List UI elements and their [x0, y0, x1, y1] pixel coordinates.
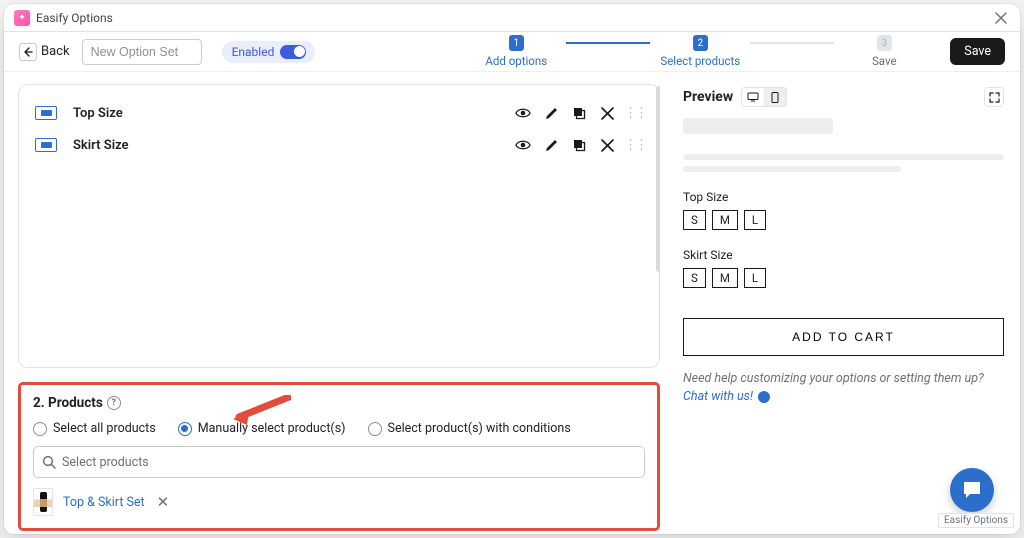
step-add-options[interactable]: 1 Add options — [466, 35, 566, 68]
section-title-text: 2. Products — [33, 395, 103, 411]
remove-product-icon[interactable]: ✕ — [157, 493, 170, 511]
step-number: 2 — [693, 35, 709, 51]
delete-icon[interactable] — [599, 105, 615, 121]
desktop-icon[interactable] — [742, 88, 764, 106]
enabled-label: Enabled — [232, 45, 275, 59]
option-actions: ⋮⋮ — [515, 137, 643, 153]
step-label: Save — [872, 54, 897, 68]
options-card: Top Size ⋮⋮ Skirt Size — [18, 84, 660, 368]
mobile-icon[interactable] — [764, 88, 786, 106]
drag-handle-icon[interactable]: ⋮⋮ — [627, 137, 643, 153]
enabled-toggle[interactable]: Enabled — [222, 41, 316, 63]
preview-column: Preview Top Size S M L — [660, 72, 1020, 534]
help-text-pre: Need help customizing your options or se… — [683, 371, 984, 386]
step-connector — [750, 42, 834, 44]
preview-option: Top Size S M L — [683, 190, 1004, 230]
product-mode-radios: Select all products Manually select prod… — [33, 421, 645, 436]
step-number: 3 — [877, 35, 893, 51]
size-swatch[interactable]: L — [744, 210, 766, 230]
search-placeholder: Select products — [62, 455, 149, 470]
option-actions: ⋮⋮ — [515, 105, 643, 121]
app-title: Easify Options — [36, 11, 113, 25]
size-swatch[interactable]: M — [712, 268, 738, 288]
search-icon — [42, 455, 56, 469]
eye-icon[interactable] — [515, 137, 531, 153]
help-icon[interactable]: ? — [107, 396, 121, 410]
size-swatch[interactable]: S — [683, 210, 706, 230]
drag-handle-icon[interactable]: ⋮⋮ — [627, 105, 643, 121]
size-swatch[interactable]: M — [712, 210, 738, 230]
step-number: 1 — [509, 35, 525, 51]
chat-label: Easify Options — [938, 513, 1014, 528]
selected-product: Top & Skirt Set ✕ — [33, 488, 645, 516]
option-set-name-input[interactable] — [82, 39, 202, 65]
products-section: 2. Products ? Select all products Manual… — [18, 382, 660, 531]
app-logo-icon: ✦ — [14, 10, 30, 26]
size-swatch[interactable]: S — [683, 268, 706, 288]
preview-title: Preview — [683, 89, 733, 105]
step-label: Add options — [485, 54, 547, 68]
section-title: 2. Products ? — [33, 395, 645, 411]
delete-icon[interactable] — [599, 137, 615, 153]
back-label: Back — [41, 44, 70, 59]
body: Top Size ⋮⋮ Skirt Size — [4, 72, 1020, 534]
back-icon — [19, 43, 37, 61]
product-link[interactable]: Top & Skirt Set — [63, 495, 145, 510]
step-save[interactable]: 3 Save — [834, 35, 934, 68]
option-type-icon — [35, 106, 57, 120]
back-button[interactable]: Back — [19, 43, 70, 61]
step-label: Select products — [660, 54, 740, 68]
step-select-products[interactable]: 2 Select products — [650, 35, 750, 68]
product-search-input[interactable]: Select products — [33, 446, 645, 478]
skeleton — [683, 118, 1004, 172]
radio-all-products[interactable]: Select all products — [33, 421, 156, 436]
left-column: Top Size ⋮⋮ Skirt Size — [4, 72, 660, 534]
option-type-icon — [35, 138, 57, 152]
device-toggle[interactable] — [741, 87, 787, 107]
option-name: Top Size — [73, 106, 515, 121]
radio-label: Select all products — [53, 421, 156, 436]
headerbar: Back Enabled 1 Add options 2 Select prod… — [4, 32, 1020, 72]
radio-conditional-products[interactable]: Select product(s) with conditions — [368, 421, 571, 436]
close-icon[interactable] — [992, 9, 1010, 27]
chat-link[interactable]: Chat with us! — [683, 389, 753, 404]
duplicate-icon[interactable] — [571, 105, 587, 121]
modal: ✦ Easify Options Back Enabled 1 Add opti… — [4, 4, 1020, 534]
expand-preview-icon[interactable] — [984, 87, 1004, 107]
duplicate-icon[interactable] — [571, 137, 587, 153]
preview-option-label: Skirt Size — [683, 248, 1004, 262]
help-text: Need help customizing your options or se… — [683, 370, 1004, 406]
preview-header: Preview — [683, 86, 1004, 108]
preview-option: Skirt Size S M L — [683, 248, 1004, 288]
option-name: Skirt Size — [73, 138, 515, 153]
scrollbar[interactable] — [656, 86, 660, 272]
edit-icon[interactable] — [543, 137, 559, 153]
size-swatch[interactable]: L — [744, 268, 766, 288]
step-connector — [566, 42, 650, 44]
product-thumb — [33, 488, 53, 516]
progress-stepper: 1 Add options 2 Select products 3 Save — [466, 35, 934, 68]
toggle-icon — [280, 45, 306, 59]
chat-fab[interactable] — [950, 468, 994, 512]
titlebar: ✦ Easify Options — [4, 4, 1020, 32]
radio-label: Select product(s) with conditions — [388, 421, 571, 436]
annotation-arrow-icon — [231, 395, 291, 425]
save-button[interactable]: Save — [950, 38, 1005, 65]
add-to-cart-button[interactable]: ADD TO CART — [683, 318, 1004, 356]
chat-bubble-icon — [758, 391, 770, 403]
option-row: Skirt Size ⋮⋮ — [35, 129, 643, 161]
eye-icon[interactable] — [515, 105, 531, 121]
option-row: Top Size ⋮⋮ — [35, 97, 643, 129]
preview-option-label: Top Size — [683, 190, 1004, 204]
edit-icon[interactable] — [543, 105, 559, 121]
